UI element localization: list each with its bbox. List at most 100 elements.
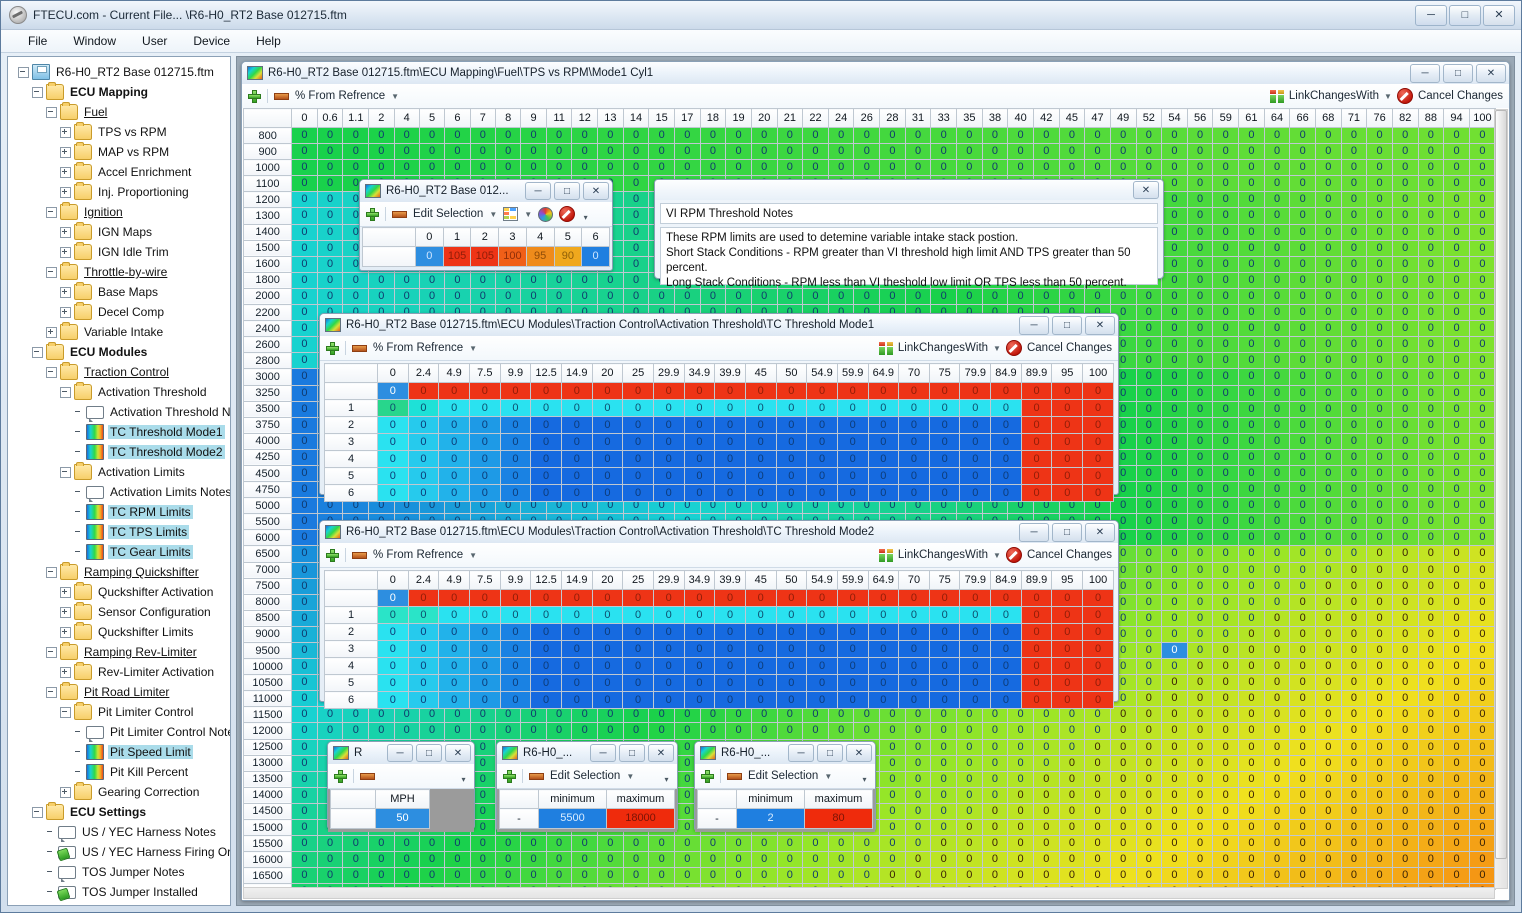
tc_mode2-cell[interactable]: 0 (898, 674, 930, 692)
window-tc-threshold-mode2[interactable]: R6-H0_RT2 Base 012715.ftm\ECU Modules\Tr… (319, 520, 1119, 709)
main-map-cell[interactable]: 0 (1084, 851, 1111, 869)
main-map-cell[interactable]: 0 (1186, 464, 1214, 483)
main-map-cell[interactable]: 0 (827, 835, 855, 853)
main-map-cell[interactable]: 0 (1468, 513, 1496, 531)
main-map-cell[interactable]: 0 (1007, 722, 1034, 740)
main-map-cell[interactable]: 0 (1186, 448, 1214, 466)
main-map-row[interactable]: 1000000000000000000000000000000000000000… (243, 159, 1496, 177)
main-map-cell[interactable]: 0 (1366, 207, 1393, 225)
main-map-close-button[interactable]: ✕ (1476, 63, 1506, 83)
main-map-cell[interactable]: 0 (1468, 336, 1496, 354)
main-map-cell[interactable]: 0 (1468, 706, 1496, 724)
tc_mode1-cell[interactable]: 0 (407, 484, 440, 502)
tc_mode1-cell[interactable]: 0 (928, 467, 961, 485)
main-map-cell[interactable]: 0 (1340, 625, 1368, 644)
main-map-row-header[interactable]: 6500 (243, 545, 293, 563)
main-map-cell[interactable]: 0 (1289, 513, 1316, 531)
main-map-cell[interactable]: 0 (1212, 529, 1240, 547)
table-format-icon[interactable] (503, 207, 519, 221)
main-map-cell[interactable]: 0 (571, 287, 599, 306)
main-map-cell[interactable]: 0 (1058, 835, 1086, 853)
tc_mode2-row[interactable]: 5000000000000000000000000 (324, 674, 1114, 692)
tc_mode2-cell[interactable]: 0 (836, 589, 869, 607)
tc_mode1-row-header[interactable]: 2 (324, 416, 378, 434)
main-map-cell[interactable]: 0 (291, 304, 318, 322)
tree-item-tc-threshold-mode2[interactable]: TC Threshold Mode2 (10, 442, 228, 462)
main-map-cell[interactable]: 0 (418, 835, 446, 853)
tc-mode2-grid[interactable]: 0 2.4 4.9 7.5 9.9 12.5 14.9 20 25 29.9 34.9 39.9 45 5… (324, 570, 1114, 709)
tc_mode1-cell[interactable]: 0 (377, 450, 409, 468)
main-map-cell[interactable]: 0 (1212, 561, 1240, 579)
main-map-cell[interactable]: 0 (1391, 320, 1419, 338)
main-map-cell[interactable]: 0 (571, 143, 599, 161)
main-map-cell[interactable]: 0 (1366, 802, 1393, 821)
tc_mode2-cell[interactable]: 0 (959, 674, 992, 692)
tree-item-quckshifter-activation[interactable]: Quckshifter Activation (10, 582, 228, 602)
main-map-cell[interactable]: 0 (1417, 271, 1445, 289)
main-map-cell[interactable]: 0 (1314, 304, 1342, 322)
main-map-cell[interactable]: 0 (1263, 641, 1291, 660)
tc_mode1-cell[interactable]: 0 (806, 399, 838, 417)
tc_mode1-cell[interactable]: 0 (744, 467, 777, 485)
main-map-cell[interactable]: 0 (1391, 400, 1419, 418)
expand-plus-icon[interactable] (60, 586, 71, 598)
cancel-icon[interactable] (1005, 340, 1022, 356)
main-map-cell[interactable]: 0 (1186, 304, 1214, 322)
main-map-cell[interactable]: 0 (1391, 175, 1419, 193)
main-map-cell[interactable]: 0 (1263, 384, 1291, 402)
main-map-cell[interactable]: 0 (571, 159, 599, 177)
tc_mode1-cell[interactable]: 0 (530, 416, 562, 434)
main-map-cell[interactable]: 0 (1468, 577, 1496, 595)
increment-icon[interactable] (701, 769, 714, 783)
increment-icon[interactable] (248, 89, 261, 103)
main-map-cell[interactable]: 0 (622, 835, 650, 853)
main-map-cell[interactable]: 0 (1340, 658, 1368, 676)
tc_mode1-cell[interactable]: 0 (806, 433, 838, 451)
main-map-cell[interactable]: 0 (495, 143, 522, 161)
main-map-cell[interactable]: 0 (1314, 448, 1342, 466)
main-map-cell[interactable]: 0 (1186, 207, 1214, 225)
collapse-minus-icon[interactable] (60, 706, 71, 718)
main-map-cell[interactable]: 0 (1314, 416, 1342, 434)
tree-item-base-maps[interactable]: Base Maps (10, 282, 228, 302)
main-map-cell[interactable]: 0 (1186, 738, 1214, 756)
main-map-cell[interactable]: 0 (1366, 577, 1393, 595)
tc_mode2-cell[interactable]: 0 (990, 640, 1022, 658)
menu-device[interactable]: Device (180, 32, 243, 50)
tc_mode1-cell[interactable]: 0 (1020, 450, 1053, 468)
main-map-cell[interactable]: 0 (1417, 851, 1445, 869)
main-map-cell[interactable]: 0 (1186, 432, 1214, 450)
main-map-cell[interactable]: 0 (1212, 609, 1240, 627)
main-map-cell[interactable]: 0 (1391, 223, 1419, 241)
main-map-cell[interactable]: 0 (1263, 738, 1291, 756)
main-map-cell[interactable]: 0 (1212, 513, 1240, 531)
main-map-cell[interactable]: 0 (1186, 497, 1214, 515)
main-map-cell[interactable]: 0 (1212, 481, 1240, 499)
main-map-cell[interactable]: 0 (1212, 352, 1240, 370)
main-map-cell[interactable]: 0 (1366, 835, 1393, 853)
main-map-cell[interactable]: 0 (956, 770, 983, 788)
main-map-cell[interactable]: 0 (1263, 593, 1291, 611)
main-map-cell[interactable]: 0 (1417, 175, 1445, 193)
collapse-minus-icon[interactable] (46, 686, 57, 698)
main-map-col-header[interactable]: 47 (1084, 108, 1111, 128)
main-map-cell[interactable]: 0 (1391, 754, 1419, 772)
toolbar-overflow-icon[interactable]: ▾ (581, 208, 590, 221)
main-map-cell[interactable]: 0 (1443, 384, 1470, 402)
tc_mode2-cell[interactable]: 0 (499, 674, 532, 692)
tc_mode2-cell[interactable]: 0 (775, 589, 808, 607)
main-map-cell[interactable]: 0 (981, 722, 1009, 740)
main-map-cell[interactable]: 0 (1314, 271, 1342, 289)
main-map-cell[interactable]: 0 (1366, 770, 1393, 788)
main-map-cell[interactable]: 0 (1186, 400, 1214, 418)
main-map-cell[interactable]: 0 (291, 593, 318, 611)
tc_mode1-row-header[interactable]: 5 (324, 467, 378, 485)
main-map-cell[interactable]: 0 (342, 271, 370, 289)
main-map-row[interactable]: 1200000000000000000000000000000000000000… (243, 722, 1496, 740)
tc_mode1-row-header[interactable]: 1 (324, 399, 378, 417)
tc_mode1-cell[interactable]: 0 (530, 399, 562, 417)
main-map-cell[interactable]: 0 (1289, 223, 1316, 241)
vi-threshold-cell[interactable]: 95 (525, 246, 555, 267)
main-map-cell[interactable]: 0 (1314, 706, 1342, 724)
tc_mode1-cell[interactable]: 0 (744, 484, 777, 502)
